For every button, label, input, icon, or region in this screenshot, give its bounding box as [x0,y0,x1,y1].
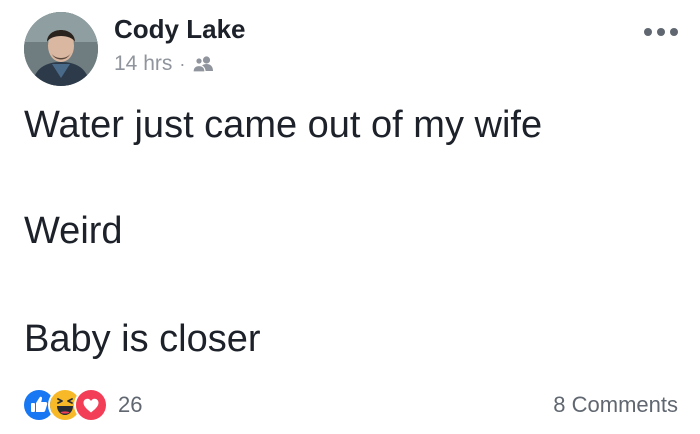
avatar[interactable] [24,12,98,86]
more-options-icon[interactable] [644,22,678,42]
post-timestamp[interactable]: 14 hrs [114,52,172,76]
post-text-line: Weird [24,210,123,252]
author-name[interactable]: Cody Lake [114,14,246,45]
post-text-line: Baby is closer [24,318,261,360]
reactions-summary[interactable]: 26 [22,388,142,422]
meta-separator: · [179,53,186,74]
post-meta: 14 hrs · [114,52,214,76]
love-reaction-icon [74,388,108,422]
comments-link[interactable]: 8 Comments [553,392,678,418]
reaction-count: 26 [118,392,143,417]
post-text-line: Water just came out of my wife [24,104,543,146]
friends-icon[interactable] [192,55,214,73]
facebook-post: Cody Lake 14 hrs · Water just came out o… [0,0,700,434]
